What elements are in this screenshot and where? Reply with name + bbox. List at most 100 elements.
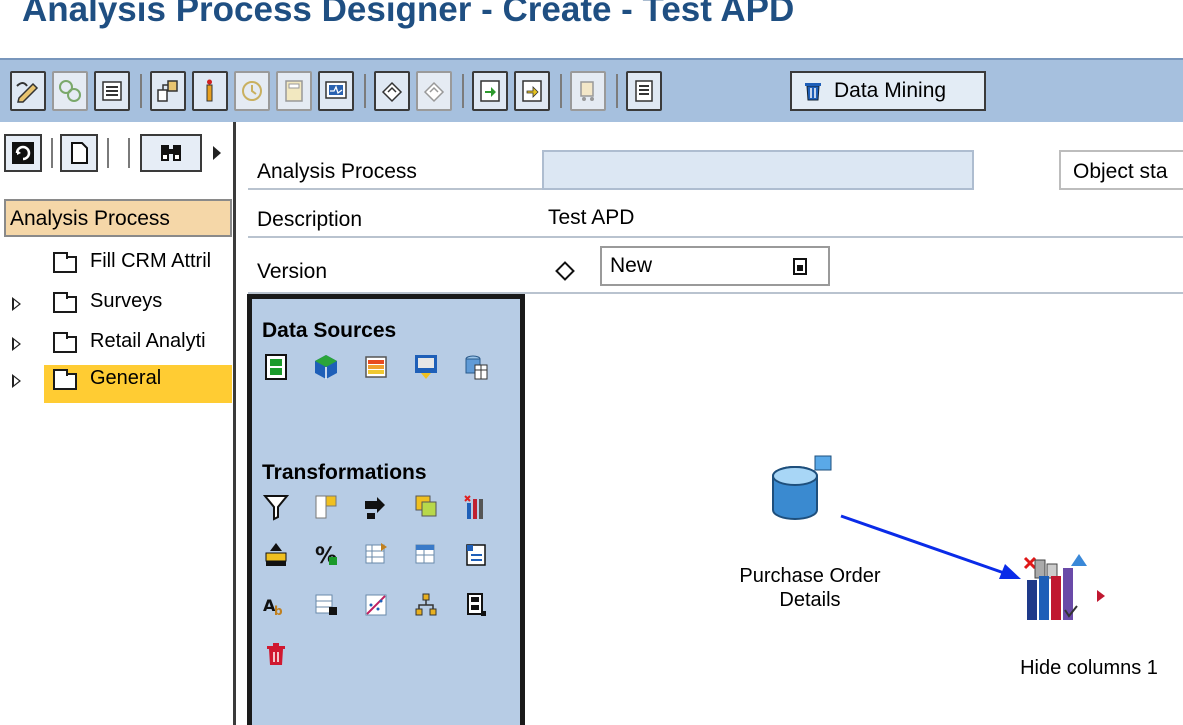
folder-icon: [53, 252, 77, 273]
documentation-button[interactable]: [626, 71, 662, 111]
infocube-icon[interactable]: [312, 353, 340, 381]
tree-item-general[interactable]: General: [0, 365, 234, 403]
refresh-icon: [12, 142, 34, 164]
dropdown-icon[interactable]: [793, 258, 807, 275]
navigation-toolbar: [0, 132, 236, 176]
description-input[interactable]: Test APD: [542, 200, 1183, 238]
tree-item-label: Surveys: [90, 290, 163, 312]
transport-in-icon: [480, 80, 500, 102]
database-table-icon[interactable]: [462, 353, 490, 381]
transformations-heading: Transformations: [262, 461, 427, 484]
tree-item-label: General: [90, 367, 162, 389]
data-mining-button[interactable]: Data Mining: [790, 71, 986, 111]
data-mining-icon: [805, 83, 821, 101]
schedule-button[interactable]: [234, 71, 270, 111]
description-label: Description: [248, 200, 542, 238]
documentation-icon: [635, 80, 653, 102]
abap-routine-icon[interactable]: Ab: [262, 591, 290, 619]
find-button[interactable]: [140, 134, 202, 172]
where-used-icon: [157, 80, 178, 102]
transpose-rows-icon[interactable]: [362, 541, 390, 569]
monitor-button[interactable]: [318, 71, 354, 111]
edit-button[interactable]: [10, 71, 46, 111]
monitor-icon: [325, 81, 347, 99]
edit-pencil-icon: [16, 82, 39, 103]
transport-in-button[interactable]: [472, 71, 508, 111]
check-button[interactable]: [192, 71, 228, 111]
folder-icon: [53, 369, 77, 390]
sort-icon[interactable]: [262, 541, 290, 569]
regression-icon[interactable]: [362, 591, 390, 619]
refresh-button[interactable]: [4, 134, 42, 172]
file-icon[interactable]: [412, 353, 440, 381]
aggregation-icon[interactable]: [412, 493, 440, 521]
redo-icon: [423, 81, 445, 103]
join-icon[interactable]: [312, 493, 340, 521]
filter-icon[interactable]: [262, 493, 290, 521]
expand-triangle-icon[interactable]: [12, 297, 21, 311]
node-label: Purchase Order Details: [710, 564, 910, 612]
node-label: Hide columns 1: [1020, 657, 1158, 679]
hide-columns-icon: [1023, 554, 1105, 620]
application-toolbar: Data Mining: [0, 58, 1183, 122]
toolbar-separator: [616, 74, 618, 108]
schedule-icon: [242, 81, 262, 101]
list-icon[interactable]: [462, 541, 490, 569]
toolbar-separator: [364, 74, 366, 108]
activate-icon: [59, 80, 81, 102]
undo-icon: [381, 81, 403, 103]
display-log-button[interactable]: [94, 71, 130, 111]
tree-item-retail-analytics[interactable]: Retail Analyti: [0, 328, 234, 362]
check-icon: [206, 79, 213, 102]
transport-truck-button[interactable]: [570, 71, 606, 111]
folder-icon: [53, 292, 77, 313]
lookup-icon[interactable]: [462, 591, 490, 619]
analysis-process-input[interactable]: [542, 150, 974, 190]
query-icon[interactable]: [362, 353, 390, 381]
transport-out-icon: [522, 80, 542, 102]
display-log-icon: [102, 81, 122, 101]
purchase-order-node[interactable]: [767, 454, 839, 526]
union-icon[interactable]: [362, 493, 390, 521]
chevron-right-icon[interactable]: [213, 146, 221, 160]
toolbar-separator: [462, 74, 464, 108]
process-canvas[interactable]: Purchase Order Details Hide columns 1: [525, 294, 1183, 725]
infoobject-icon[interactable]: [262, 353, 290, 381]
toolbar-separator: [107, 138, 109, 168]
hierarchy-icon[interactable]: [412, 591, 440, 619]
toolbar-separator: [51, 138, 53, 168]
hide-columns-icon[interactable]: [462, 493, 490, 521]
transport-truck-icon: [580, 81, 594, 101]
svg-text:%: %: [315, 544, 337, 569]
tree-item-surveys[interactable]: Surveys: [0, 288, 234, 322]
transport-out-button[interactable]: [514, 71, 550, 111]
formula-icon[interactable]: %: [312, 541, 340, 569]
tool-palette: Data Sources Transformations % A b: [247, 294, 525, 725]
activate-button[interactable]: [52, 71, 88, 111]
navigation-panel: Analysis Process Fill CRM Attril Surveys…: [0, 122, 236, 725]
toolbar-separator: [128, 138, 130, 168]
calculator-icon: [285, 80, 303, 102]
restrict-icon[interactable]: [312, 591, 340, 619]
expand-triangle-icon[interactable]: [12, 374, 21, 388]
binoculars-icon: [161, 145, 181, 161]
calculator-button[interactable]: [276, 71, 312, 111]
new-document-icon: [71, 142, 88, 164]
expand-triangle-icon[interactable]: [12, 337, 21, 351]
tree-item-label: Fill CRM Attril: [90, 250, 212, 272]
tree-header[interactable]: Analysis Process: [4, 199, 232, 237]
object-status-label: Object sta: [1059, 150, 1183, 190]
undo-button[interactable]: [374, 71, 410, 111]
new-document-button[interactable]: [60, 134, 98, 172]
version-label: Version: [248, 248, 542, 294]
analysis-process-label: Analysis Process: [248, 152, 542, 190]
svg-text:b: b: [274, 604, 283, 618]
data-mining-icon[interactable]: [262, 641, 290, 669]
node-label-line1: Purchase Order: [739, 565, 881, 587]
where-used-button[interactable]: [150, 71, 186, 111]
node-label-line2: Details: [779, 589, 841, 611]
redo-button[interactable]: [416, 71, 452, 111]
hide-columns-node[interactable]: [1021, 550, 1121, 630]
transpose-cols-icon[interactable]: [412, 541, 440, 569]
tree-item-fill-crm[interactable]: Fill CRM Attril: [0, 248, 234, 282]
